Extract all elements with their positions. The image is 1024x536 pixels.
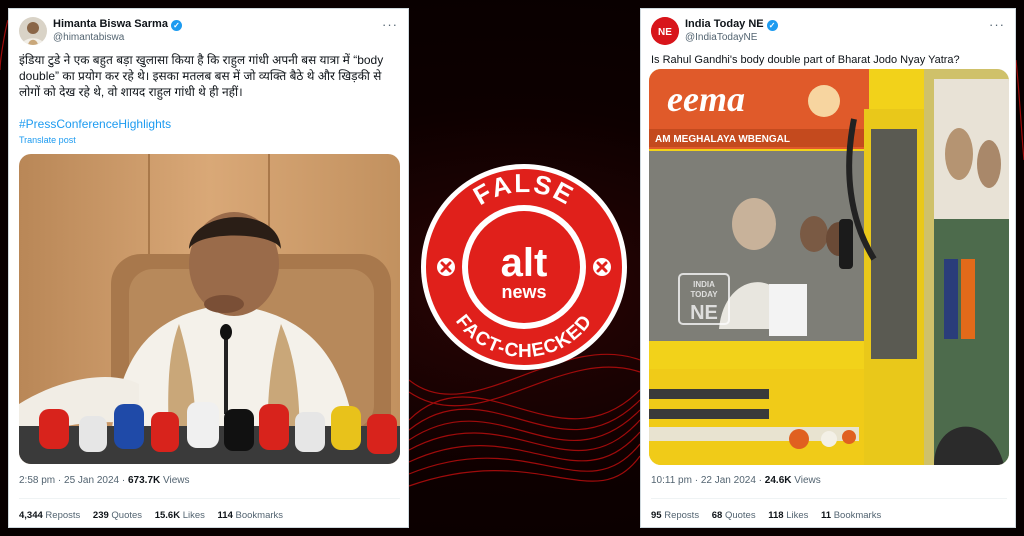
watermark-line: INDIA bbox=[693, 280, 715, 289]
false-fact-check-stamp: FALSE FACT-CHECKED alt news bbox=[421, 164, 627, 370]
tweet-date: 25 Jan 2024 bbox=[64, 475, 120, 486]
views-count: 24.6K bbox=[764, 475, 792, 486]
tweet-header: Himanta Biswa Sarma ✓ @himantabiswa ··· bbox=[19, 15, 398, 47]
views-count: 673.7K bbox=[127, 475, 161, 486]
tweet-text-line: इंडिया टुडे ने एक बहुत बड़ा खुलासा किया … bbox=[19, 53, 384, 67]
reposts-stat[interactable]: 95 Reposts bbox=[651, 510, 699, 521]
likes-stat[interactable]: 15.6K Likes bbox=[155, 510, 205, 521]
tweet-timestamp[interactable]: 10:11 pm · 22 Jan 2024 · 24.6K Views bbox=[651, 475, 821, 486]
tweet-text: Is Rahul Gandhi's body double part of Bh… bbox=[651, 54, 960, 66]
bus-route-text: AM MEGHALAYA WBENGAL bbox=[655, 134, 790, 145]
stamp-x-icon-left bbox=[437, 258, 455, 276]
right-tweet-card[interactable]: NE India Today NE ✓ @IndiaTodayNE ··· Is … bbox=[640, 8, 1016, 528]
bookmarks-stat[interactable]: 11 Bookmarks bbox=[821, 510, 881, 521]
divider bbox=[19, 498, 400, 499]
author-name[interactable]: India Today NE ✓ bbox=[685, 18, 778, 31]
tweet-photo-bus[interactable]: eema AM MEGHALAYA WBENGAL INDIA TODAY NE bbox=[649, 69, 1009, 465]
engagement-stats: 95 Reposts 68 Quotes 118 Likes 11 Bookma… bbox=[651, 510, 891, 521]
hashtag-link[interactable]: #PressConferenceHighlights bbox=[19, 117, 171, 131]
tweet-text-line: लोगों को देख रहे थे, वो शायद राहुल गांधी… bbox=[19, 85, 243, 99]
tweet-date: 22 Jan 2024 bbox=[700, 475, 756, 486]
tweet-time: 2:58 pm bbox=[19, 475, 56, 486]
verified-badge-icon: ✓ bbox=[766, 20, 778, 31]
watermark-line: NE bbox=[690, 302, 718, 324]
bookmarks-stat[interactable]: 114 Bookmarks bbox=[218, 510, 283, 521]
watermark-line: TODAY bbox=[690, 290, 718, 299]
tweet-photo-press-conference[interactable] bbox=[19, 154, 400, 464]
tweet-timestamp[interactable]: 2:58 pm · 25 Jan 2024 · 673.7K Views bbox=[19, 475, 190, 486]
translate-post-link[interactable]: Translate post bbox=[19, 135, 76, 145]
views-label: Views bbox=[163, 475, 190, 486]
tweet-text-line: double” का प्रयोग कर रहे थे। इसका मतलब ब… bbox=[19, 69, 382, 83]
author-name[interactable]: Himanta Biswa Sarma ✓ bbox=[53, 18, 182, 31]
author-handle[interactable]: @IndiaTodayNE bbox=[685, 32, 757, 43]
tweet-text: इंडिया टुडे ने एक बहुत बड़ा खुलासा किया … bbox=[19, 52, 403, 100]
tweet-time: 10:11 pm bbox=[651, 475, 692, 486]
author-handle[interactable]: @himantabiswa bbox=[53, 32, 124, 43]
author-avatar[interactable]: NE bbox=[651, 17, 679, 45]
views-label: Views bbox=[794, 475, 821, 486]
author-avatar[interactable] bbox=[19, 17, 47, 45]
quotes-stat[interactable]: 68 Quotes bbox=[712, 510, 756, 521]
left-tweet-card[interactable]: Himanta Biswa Sarma ✓ @himantabiswa ··· इ… bbox=[8, 8, 409, 528]
stamp-logo-top: alt bbox=[501, 241, 548, 285]
more-options-icon[interactable]: ··· bbox=[989, 17, 1005, 32]
stamp-x-icon-right bbox=[593, 258, 611, 276]
tweet-header: NE India Today NE ✓ @IndiaTodayNE ··· bbox=[651, 15, 1005, 47]
quotes-stat[interactable]: 239 Quotes bbox=[93, 510, 142, 521]
avatar-text: NE bbox=[658, 27, 672, 38]
divider bbox=[651, 498, 1007, 499]
stamp-logo-bottom: news bbox=[501, 282, 546, 302]
reposts-stat[interactable]: 4,344 Reposts bbox=[19, 510, 80, 521]
more-options-icon[interactable]: ··· bbox=[382, 17, 398, 32]
likes-stat[interactable]: 118 Likes bbox=[768, 510, 808, 521]
engagement-stats: 4,344 Reposts 239 Quotes 15.6K Likes 114… bbox=[19, 510, 293, 521]
verified-badge-icon: ✓ bbox=[170, 20, 182, 31]
bus-sign-text: eema bbox=[667, 79, 745, 119]
